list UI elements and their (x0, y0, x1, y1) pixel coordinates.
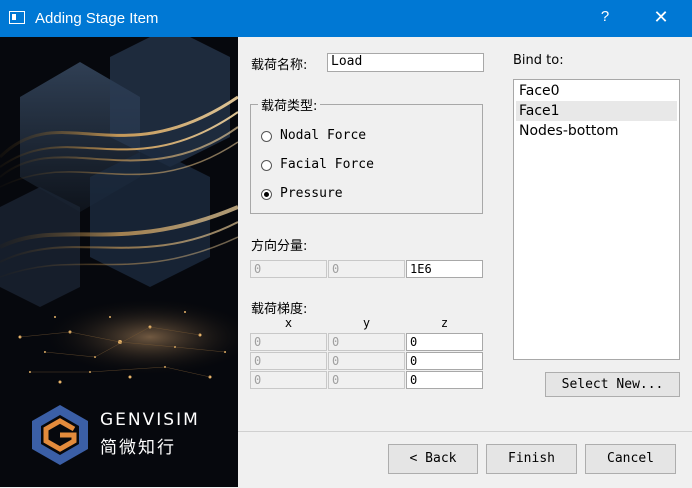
cancel-button[interactable]: Cancel (585, 444, 676, 474)
load-type-label: 载荷类型: (258, 95, 321, 114)
gradient-col-x: x (284, 316, 293, 330)
gradient-cell: 0 (328, 371, 405, 389)
select-new-button[interactable]: Select New... (545, 372, 680, 397)
brand-subtitle: 简微知行 (100, 438, 176, 458)
load-name-input[interactable]: Load (327, 53, 484, 72)
bind-target-list[interactable]: Face0 Face1 Nodes-bottom (513, 79, 680, 360)
gradient-cell[interactable]: 0 (406, 371, 483, 389)
load-name-label: 载荷名称: (251, 58, 308, 73)
direction-x-field: 0 (250, 260, 327, 278)
list-item[interactable]: Face1 (516, 101, 677, 121)
gradient-cell: 0 (250, 352, 327, 370)
finish-button[interactable]: Finish (486, 444, 577, 474)
dialog-window: Adding Stage Item ? ✕ GENVISIM 简微知行 载荷名称… (0, 0, 692, 488)
back-button[interactable]: < Back (388, 444, 478, 474)
gradient-cell: 0 (250, 371, 327, 389)
gradient-cell: 0 (328, 352, 405, 370)
radio-facial-force[interactable] (261, 160, 272, 171)
gradient-cell[interactable]: 0 (406, 352, 483, 370)
wizard-banner-image: GENVISIM 简微知行 (0, 37, 238, 487)
bind-to-label: Bind to: (513, 53, 564, 68)
list-item[interactable]: Face0 (516, 81, 677, 101)
gradient-cell: 0 (328, 333, 405, 351)
radio-nodal-force[interactable] (261, 131, 272, 142)
radio-pressure-label[interactable]: Pressure (280, 186, 343, 201)
radio-pressure[interactable] (261, 189, 272, 200)
gradient-cell: 0 (250, 333, 327, 351)
direction-label: 方向分量: (251, 239, 308, 254)
window-icon (9, 11, 25, 24)
brand-mark-icon (32, 405, 88, 465)
direction-y-field: 0 (328, 260, 405, 278)
list-item[interactable]: Nodes-bottom (516, 121, 677, 141)
gradient-label: 载荷梯度: (251, 302, 308, 317)
gradient-cell[interactable]: 0 (406, 333, 483, 351)
gradient-col-y: y (362, 316, 371, 330)
window-title: Adding Stage Item (35, 10, 159, 27)
help-button[interactable]: ? (590, 8, 620, 30)
radio-facial-force-label[interactable]: Facial Force (280, 157, 374, 172)
gradient-col-z: z (440, 316, 449, 330)
close-button[interactable]: ✕ (646, 7, 676, 29)
direction-z-field[interactable]: 1E6 (406, 260, 483, 278)
title-bar: Adding Stage Item ? ✕ (0, 0, 692, 37)
radio-nodal-force-label[interactable]: Nodal Force (280, 128, 366, 143)
brand-name: GENVISIM (100, 410, 200, 430)
